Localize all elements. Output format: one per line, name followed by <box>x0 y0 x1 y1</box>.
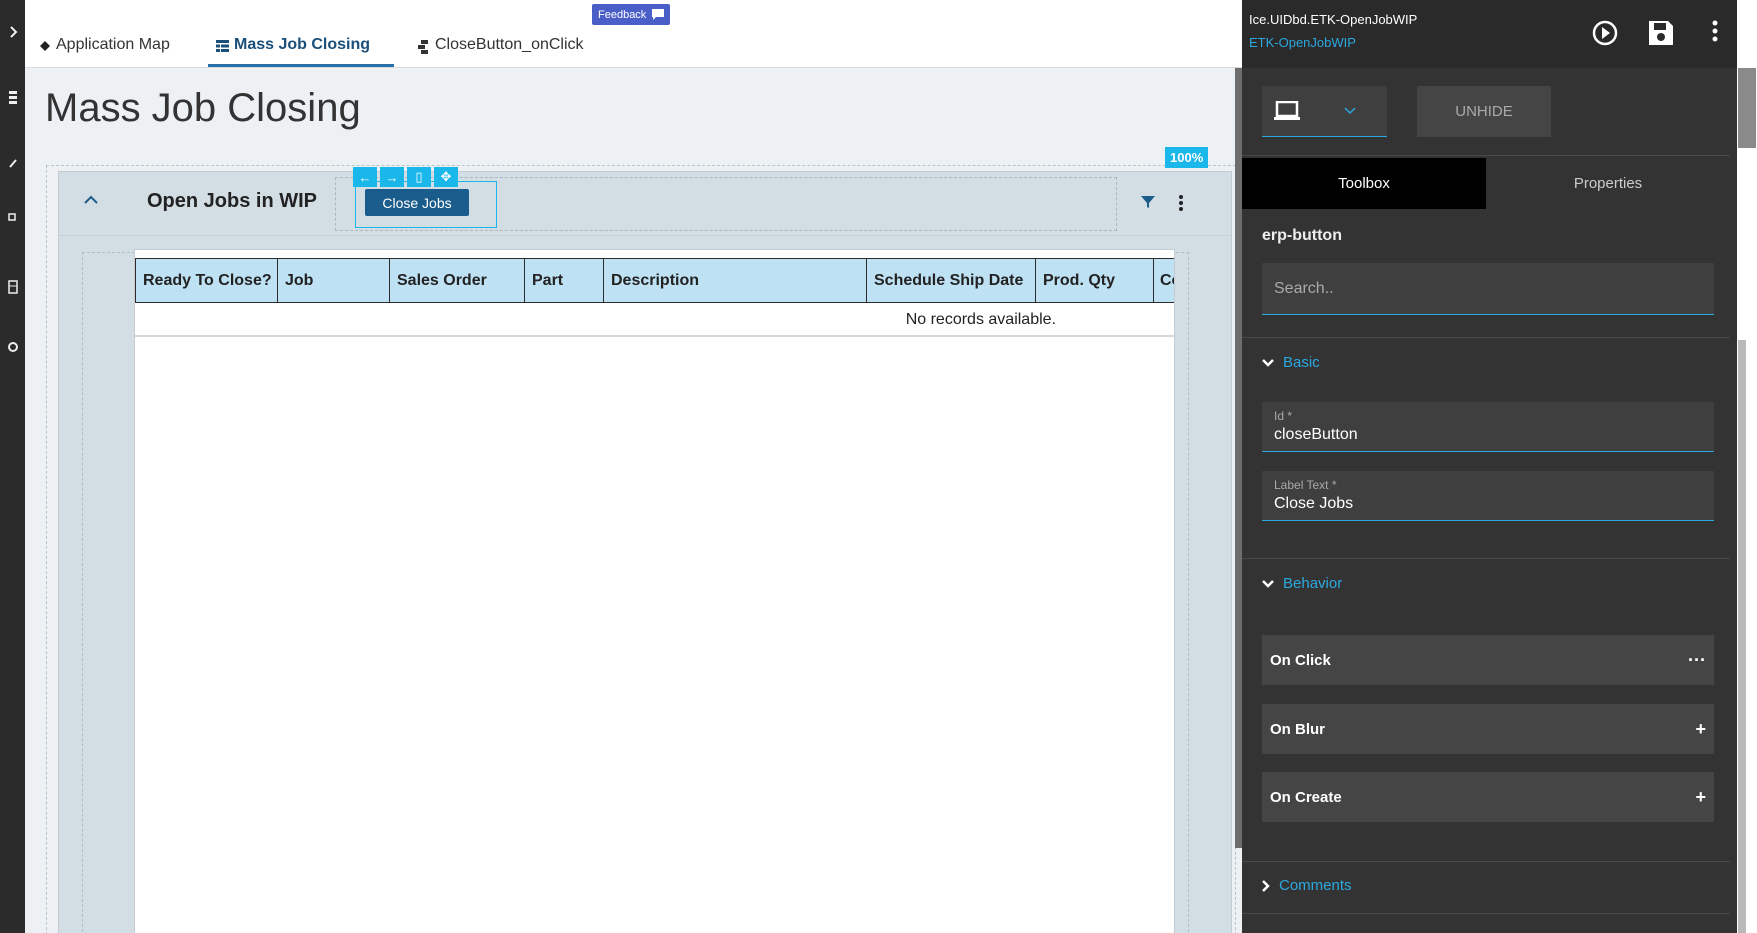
divider <box>1242 861 1730 862</box>
tab-bar: Application Map Mass Job Closing CloseBu… <box>25 0 1242 68</box>
list-icon[interactable] <box>0 82 25 112</box>
settings-icon[interactable] <box>0 332 25 362</box>
component-name: erp-button <box>1262 227 1342 244</box>
laptop-icon <box>1274 101 1300 120</box>
column-header[interactable]: Job <box>277 258 389 303</box>
event-on-blur[interactable]: On Blur + <box>1262 704 1714 754</box>
field-value[interactable]: closeButton <box>1274 426 1702 444</box>
zoom-badge: 100% <box>1165 147 1209 168</box>
save-icon[interactable] <box>1648 20 1674 46</box>
chevron-down-icon <box>1262 579 1274 588</box>
tab-label: Application Map <box>56 36 170 53</box>
section-basic[interactable]: Basic <box>1262 354 1320 371</box>
column-header[interactable]: Ready To Close? <box>135 258 277 303</box>
close-jobs-button[interactable]: Close Jobs <box>365 189 469 216</box>
column-header[interactable]: Schedule Ship Date <box>866 258 1035 303</box>
unhide-button[interactable]: UNHIDE <box>1417 86 1551 137</box>
sidebar-scrollbar[interactable] <box>1737 0 1757 933</box>
left-icon-rail <box>0 0 25 933</box>
event-label: On Blur <box>1270 720 1325 738</box>
layer-path: Ice.UIDbd.ETK-OpenJobWIP <box>1249 12 1418 27</box>
collapse-icon[interactable] <box>0 17 25 47</box>
tab-properties[interactable]: Properties <box>1486 158 1730 209</box>
field-label: Label Text * <box>1274 478 1337 492</box>
event-label: On Create <box>1270 788 1342 806</box>
event-on-click[interactable]: On Click ··· <box>1262 635 1714 685</box>
section-behavior[interactable]: Behavior <box>1262 575 1342 592</box>
column-header[interactable]: Sales Order <box>389 258 524 303</box>
tab-toolbox[interactable]: Toolbox <box>1242 158 1486 209</box>
column-header[interactable]: Part <box>524 258 603 303</box>
section-label: Basic <box>1283 354 1320 371</box>
kebab-menu-icon[interactable] <box>1178 195 1184 211</box>
move-left-icon[interactable]: ← <box>353 167 377 187</box>
section-label: Comments <box>1279 877 1352 894</box>
tab-closebutton-onclick[interactable]: CloseButton_onClick <box>418 33 584 67</box>
grid-header-row: Ready To Close? Job Sales Order Part Des… <box>135 258 1174 303</box>
tab-application-map[interactable]: Application Map <box>39 33 170 67</box>
chat-icon <box>652 9 665 20</box>
sidebar-tabs: Toolbox Properties <box>1242 158 1730 209</box>
feedback-button[interactable]: Feedback <box>592 4 671 25</box>
divider <box>1242 155 1730 156</box>
scrollbar-thumb[interactable] <box>1738 340 1746 933</box>
chevron-up-icon[interactable] <box>83 194 99 206</box>
selection-tools: ← → ▯ ✥ <box>353 167 458 187</box>
chevron-down-icon <box>1262 358 1274 367</box>
tab-mass-job-closing[interactable]: Mass Job Closing <box>207 33 395 67</box>
id-field[interactable]: Id * closeButton <box>1262 402 1714 452</box>
tab-label: Mass Job Closing <box>234 36 371 53</box>
section-label: Behavior <box>1283 575 1343 592</box>
flow-icon <box>418 40 428 54</box>
layout-icon[interactable] <box>0 272 25 302</box>
section-comments[interactable]: Comments <box>1262 877 1352 894</box>
feedback-label: Feedback <box>598 8 647 21</box>
panel-title: Open Jobs in WIP <box>147 190 318 212</box>
add-icon[interactable]: + <box>1695 719 1706 740</box>
add-icon[interactable]: + <box>1695 787 1706 808</box>
label-text-field[interactable]: Label Text * Close Jobs <box>1262 471 1714 521</box>
column-header[interactable]: Prod. Qty <box>1035 258 1153 303</box>
chevron-right-icon <box>1262 879 1270 892</box>
vertical-scrollbar[interactable] <box>1235 68 1242 848</box>
ellipsis-icon[interactable]: ··· <box>1688 650 1706 671</box>
move-right-icon[interactable]: → <box>380 167 404 187</box>
play-icon[interactable] <box>1592 20 1618 46</box>
jobs-grid[interactable]: Ready To Close? Job Sales Order Part Des… <box>134 249 1175 933</box>
page-title: Mass Job Closing <box>45 86 361 130</box>
sidebar-header: Ice.UIDbd.ETK-OpenJobWIP ETK-OpenJobWIP <box>1242 0 1737 68</box>
device-select[interactable] <box>1262 86 1387 137</box>
column-header[interactable]: Co <box>1153 258 1174 303</box>
delete-icon[interactable]: ▯ <box>407 167 431 187</box>
more-options-icon[interactable] <box>1712 20 1718 42</box>
search-input[interactable] <box>1262 263 1714 315</box>
pencil-icon[interactable] <box>0 148 25 178</box>
tab-label: CloseButton_onClick <box>435 36 584 53</box>
diamond-icon <box>40 41 50 51</box>
field-label: Id * <box>1274 409 1293 423</box>
scrollbar-thumb[interactable] <box>1738 68 1756 148</box>
divider <box>1242 558 1730 559</box>
designer-canvas-area: Application Map Mass Job Closing CloseBu… <box>25 0 1242 933</box>
divider <box>1242 913 1730 914</box>
chevron-down-icon <box>1344 107 1356 115</box>
column-header[interactable]: Description <box>603 258 866 303</box>
drag-handle-icon[interactable]: ✥ <box>434 167 458 187</box>
component-icon[interactable] <box>0 202 25 232</box>
divider <box>1242 337 1730 338</box>
open-jobs-panel[interactable]: Open Jobs in WIP ← → ▯ ✥ Close Jobs Read… <box>58 167 1232 933</box>
grid-icon <box>216 40 229 52</box>
app-link[interactable]: ETK-OpenJobWIP <box>1249 35 1356 50</box>
properties-sidebar: Ice.UIDbd.ETK-OpenJobWIP ETK-OpenJobWIP … <box>1242 0 1737 933</box>
event-on-create[interactable]: On Create + <box>1262 772 1714 822</box>
empty-message: No records available. <box>135 305 1174 337</box>
filter-icon[interactable] <box>1141 195 1155 209</box>
event-label: On Click <box>1270 651 1331 669</box>
field-value[interactable]: Close Jobs <box>1274 495 1702 513</box>
panel-header: Open Jobs in WIP ← → ▯ ✥ Close Jobs <box>59 167 1231 236</box>
